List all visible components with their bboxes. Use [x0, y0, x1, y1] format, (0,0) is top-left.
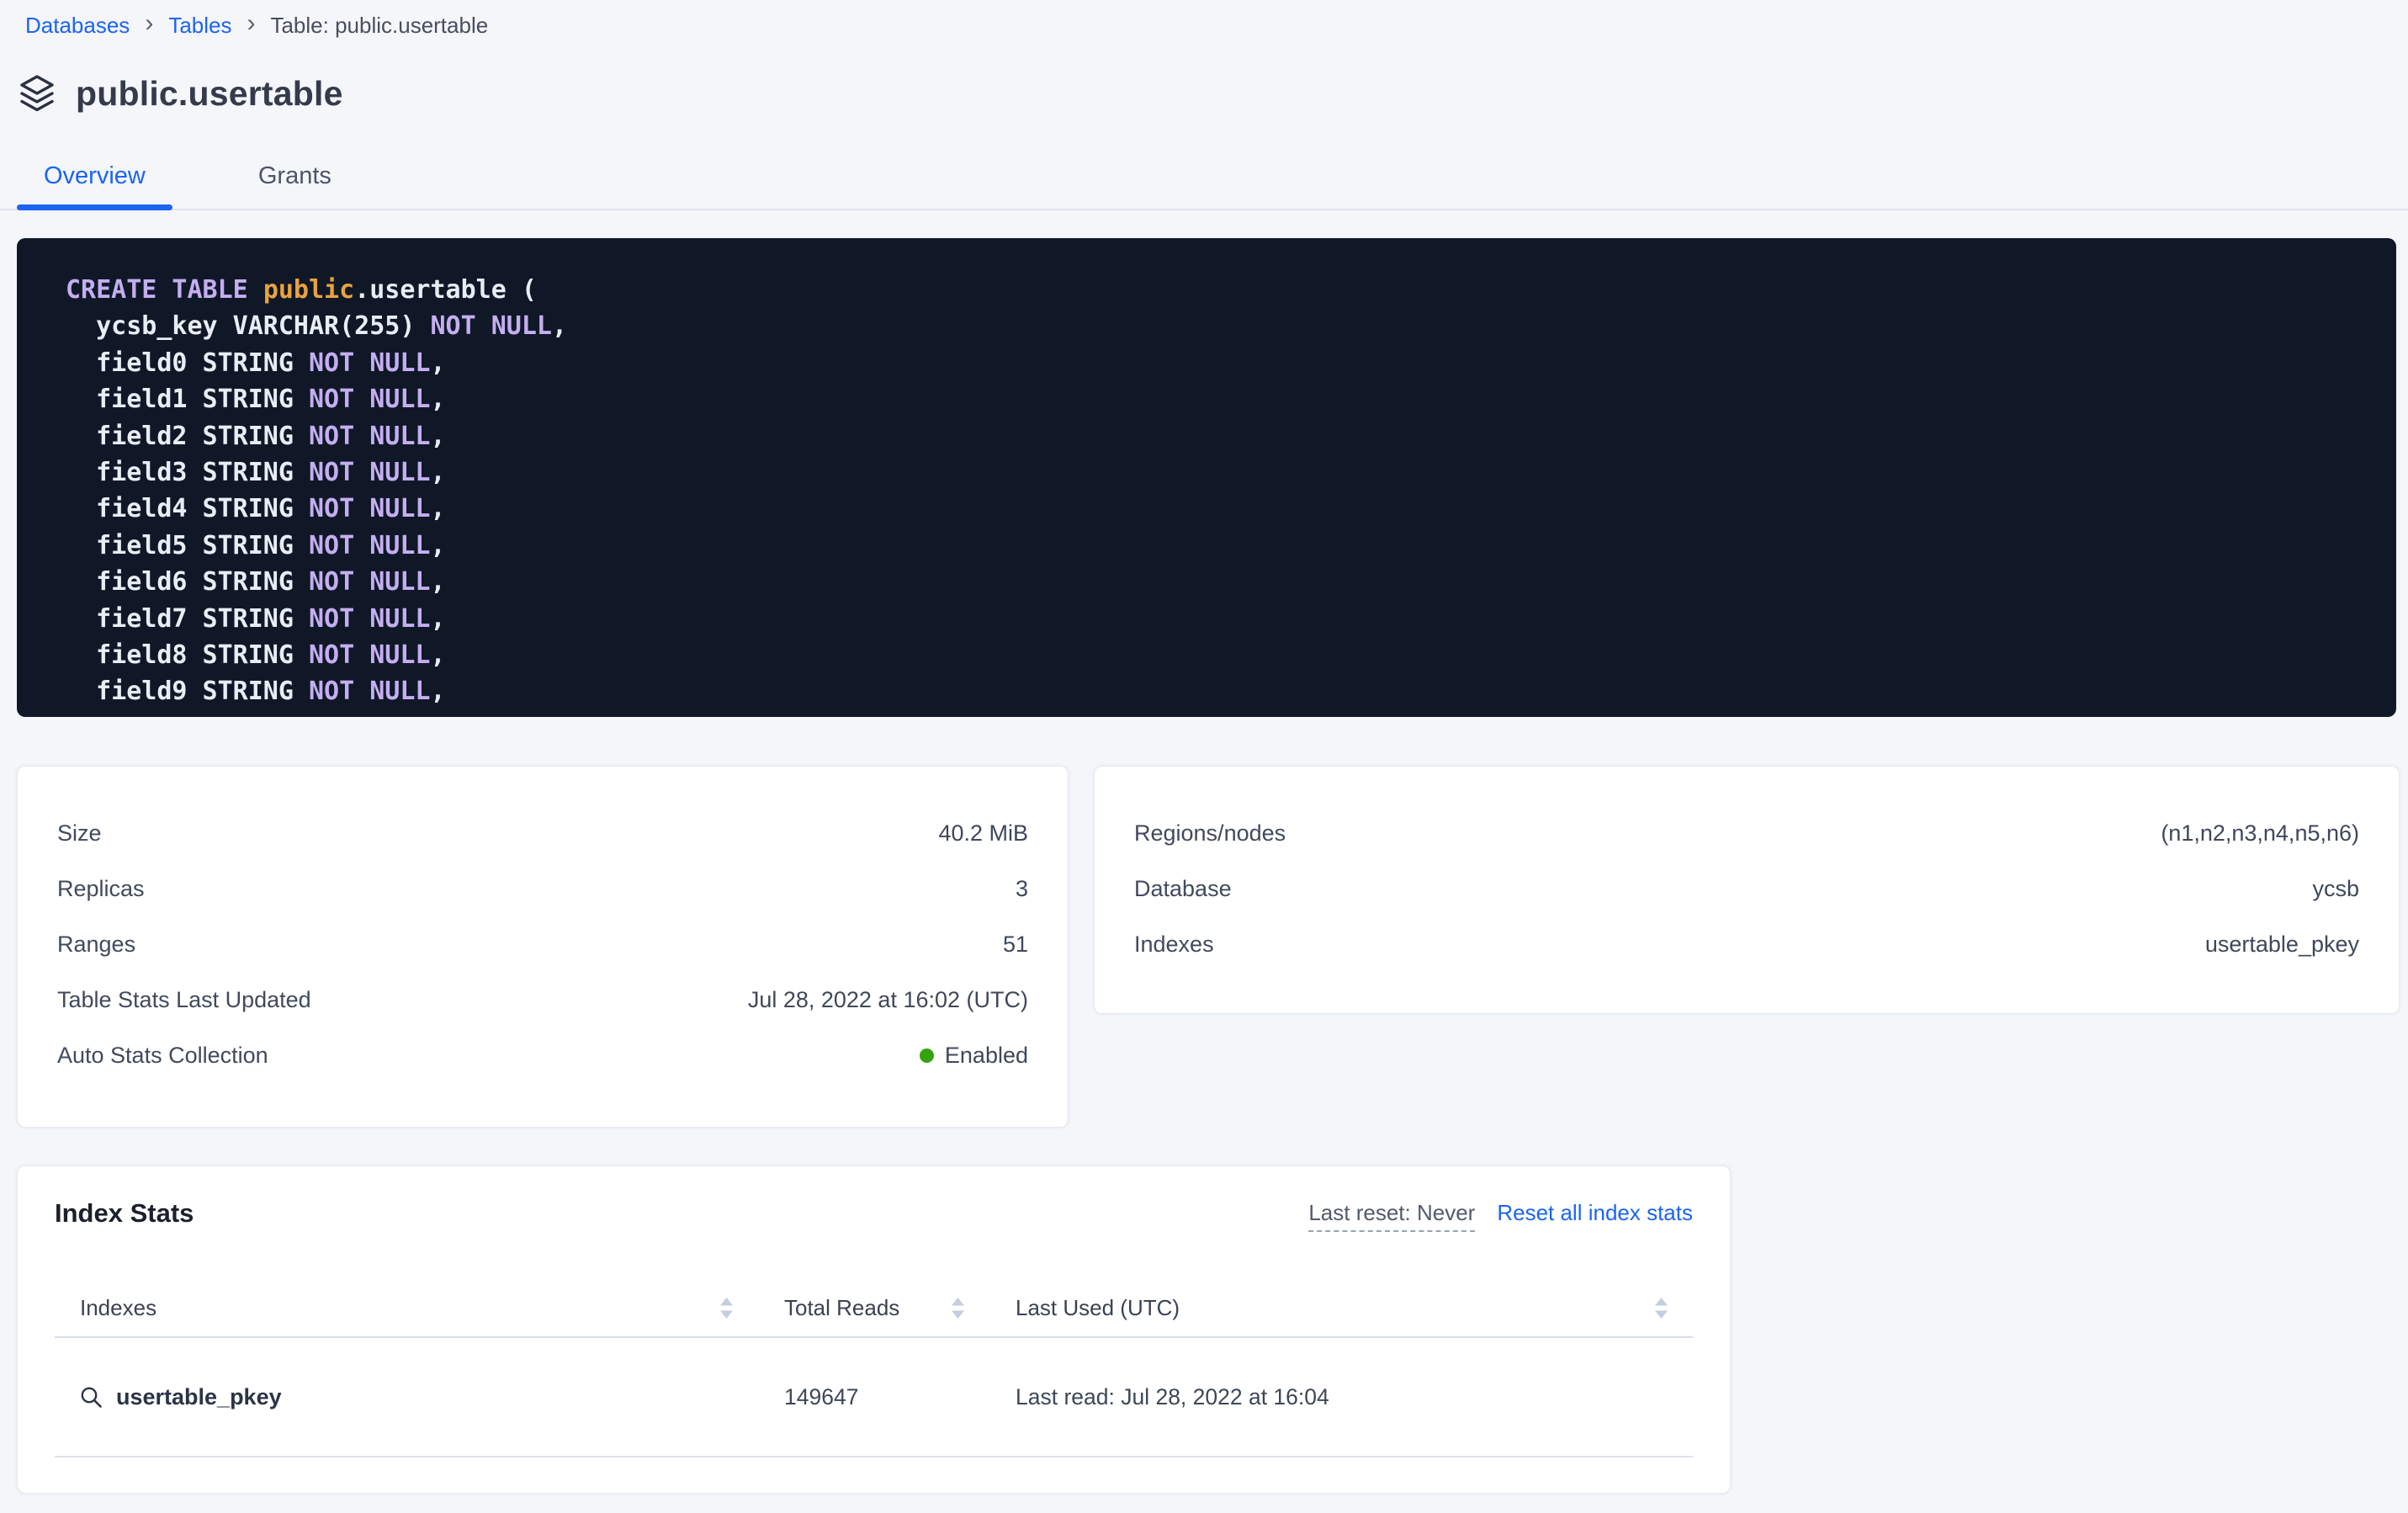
index-name-cell[interactable]: usertable_pkey	[55, 1384, 745, 1410]
reset-index-stats-link[interactable]: Reset all index stats	[1497, 1200, 1693, 1226]
breadcrumb: Databases › Tables › Table: public.usertable	[25, 10, 2408, 40]
table-stats-card: Size 40.2 MiB Replicas 3 Ranges 51 Table Stats…	[17, 766, 1069, 1128]
sql-line: field2 STRING NOT NULL,	[66, 418, 2371, 454]
sql-line: ycsb_key VARCHAR(255) NOT NULL,	[66, 308, 2371, 344]
stat-value-table-stats-last-updated: Jul 28, 2022 at 16:02 (UTC)	[748, 987, 1028, 1013]
index-stats-card: Index Stats Last reset: Never Reset all …	[17, 1165, 1731, 1494]
active-tab-indicator	[17, 204, 172, 210]
table-stack-icon	[17, 73, 57, 114]
stat-row: Ranges 51	[57, 916, 1028, 972]
stat-row: Auto Stats Collection Enabled	[57, 1027, 1028, 1083]
breadcrumb-chevron-icon: ›	[145, 11, 153, 36]
sql-line: field3 STRING NOT NULL,	[66, 454, 2371, 491]
stat-label-database: Database	[1134, 876, 1232, 902]
stat-value-size: 40.2 MiB	[938, 820, 1028, 847]
sql-line: field5 STRING NOT NULL,	[66, 528, 2371, 564]
sort-icon[interactable]	[952, 1298, 964, 1319]
stat-value-ranges: 51	[1003, 932, 1028, 958]
stat-label-ranges: Ranges	[57, 932, 135, 958]
stat-row: Indexes usertable_pkey	[1134, 916, 2359, 972]
stat-label-table-stats-last-updated: Table Stats Last Updated	[57, 987, 311, 1013]
tab-grants[interactable]: Grants	[231, 162, 358, 209]
tabs: Overview Grants	[17, 162, 2408, 209]
breadcrumb-chevron-icon: ›	[247, 11, 255, 36]
tabs-bar: Overview Grants	[0, 162, 2408, 210]
stat-value-replicas: 3	[1016, 876, 1028, 902]
stat-row: Database ycsb	[1134, 861, 2359, 916]
stat-label-size: Size	[57, 820, 102, 847]
tab-overview[interactable]: Overview	[17, 162, 172, 209]
sql-line: field6 STRING NOT NULL,	[66, 564, 2371, 600]
search-icon	[80, 1386, 103, 1409]
stat-value-auto-stats-collection: Enabled	[920, 1043, 1028, 1069]
sql-line: field8 STRING NOT NULL,	[66, 637, 2371, 673]
index-table-header: IndexesTotal ReadsLast Used (UTC)	[55, 1279, 1693, 1338]
sql-line: field9 STRING NOT NULL,	[66, 673, 2371, 709]
sql-line: field7 STRING NOT NULL,	[66, 601, 2371, 637]
page-header: public.usertable	[17, 72, 2408, 114]
stat-label-indexes: Indexes	[1134, 932, 1214, 958]
summary-cards: Size 40.2 MiB Replicas 3 Ranges 51 Table Stats…	[17, 766, 2400, 1128]
index-stats-title: Index Stats	[55, 1198, 194, 1229]
table-details-card: Regions/nodes (n1,n2,n3,n4,n5,n6) Database…	[1094, 766, 2400, 1014]
total-reads-value: 149647	[745, 1384, 976, 1410]
column-header-last-used-utc[interactable]: Last Used (UTC)	[976, 1295, 1693, 1321]
stat-row: Table Stats Last Updated Jul 28, 2022 at …	[57, 972, 1028, 1027]
column-header-indexes[interactable]: Indexes	[55, 1295, 745, 1321]
stat-label-regions-nodes: Regions/nodes	[1134, 820, 1286, 847]
index-name: usertable_pkey	[116, 1384, 282, 1410]
index-table-body: usertable_pkey 149647Last read: Jul 28, 2…	[55, 1338, 1693, 1457]
breadcrumb-item-table-public-usertable: Table: public.usertable	[270, 13, 488, 39]
breadcrumb-item-tables[interactable]: Tables	[168, 13, 231, 39]
table-row: usertable_pkey 149647Last read: Jul 28, 2…	[55, 1338, 1693, 1457]
stat-label-auto-stats-collection: Auto Stats Collection	[57, 1043, 268, 1069]
last-reset-label[interactable]: Last reset: Never	[1308, 1200, 1475, 1232]
stat-value-database: ycsb	[2312, 876, 2359, 902]
sort-icon[interactable]	[720, 1298, 733, 1319]
sql-line: field4 STRING NOT NULL,	[66, 491, 2371, 527]
stat-value-regions-nodes: (n1,n2,n3,n4,n5,n6)	[2161, 820, 2359, 847]
sql-line: CREATE TABLE public.usertable (	[66, 272, 2371, 308]
stat-value-indexes: usertable_pkey	[2205, 932, 2359, 958]
stat-row: Size 40.2 MiB	[57, 805, 1028, 861]
index-stats-header: Index Stats Last reset: Never Reset all …	[55, 1198, 1693, 1232]
stat-row: Replicas 3	[57, 861, 1028, 916]
status-dot-icon	[920, 1048, 934, 1063]
index-stats-table: IndexesTotal ReadsLast Used (UTC) userta…	[55, 1279, 1693, 1457]
stat-label-replicas: Replicas	[57, 876, 145, 902]
sql-line: field0 STRING NOT NULL,	[66, 345, 2371, 381]
sql-line: field1 STRING NOT NULL,	[66, 381, 2371, 417]
last-used-value: Last read: Jul 28, 2022 at 16:04	[976, 1384, 1693, 1410]
breadcrumb-item-databases[interactable]: Databases	[25, 13, 130, 39]
sort-icon[interactable]	[1655, 1298, 1668, 1319]
column-header-total-reads[interactable]: Total Reads	[745, 1295, 976, 1321]
create-table-sql: CREATE TABLE public.usertable ( ycsb_key…	[17, 238, 2396, 717]
stat-row: Regions/nodes (n1,n2,n3,n4,n5,n6)	[1134, 805, 2359, 861]
page-title: public.usertable	[76, 74, 343, 114]
